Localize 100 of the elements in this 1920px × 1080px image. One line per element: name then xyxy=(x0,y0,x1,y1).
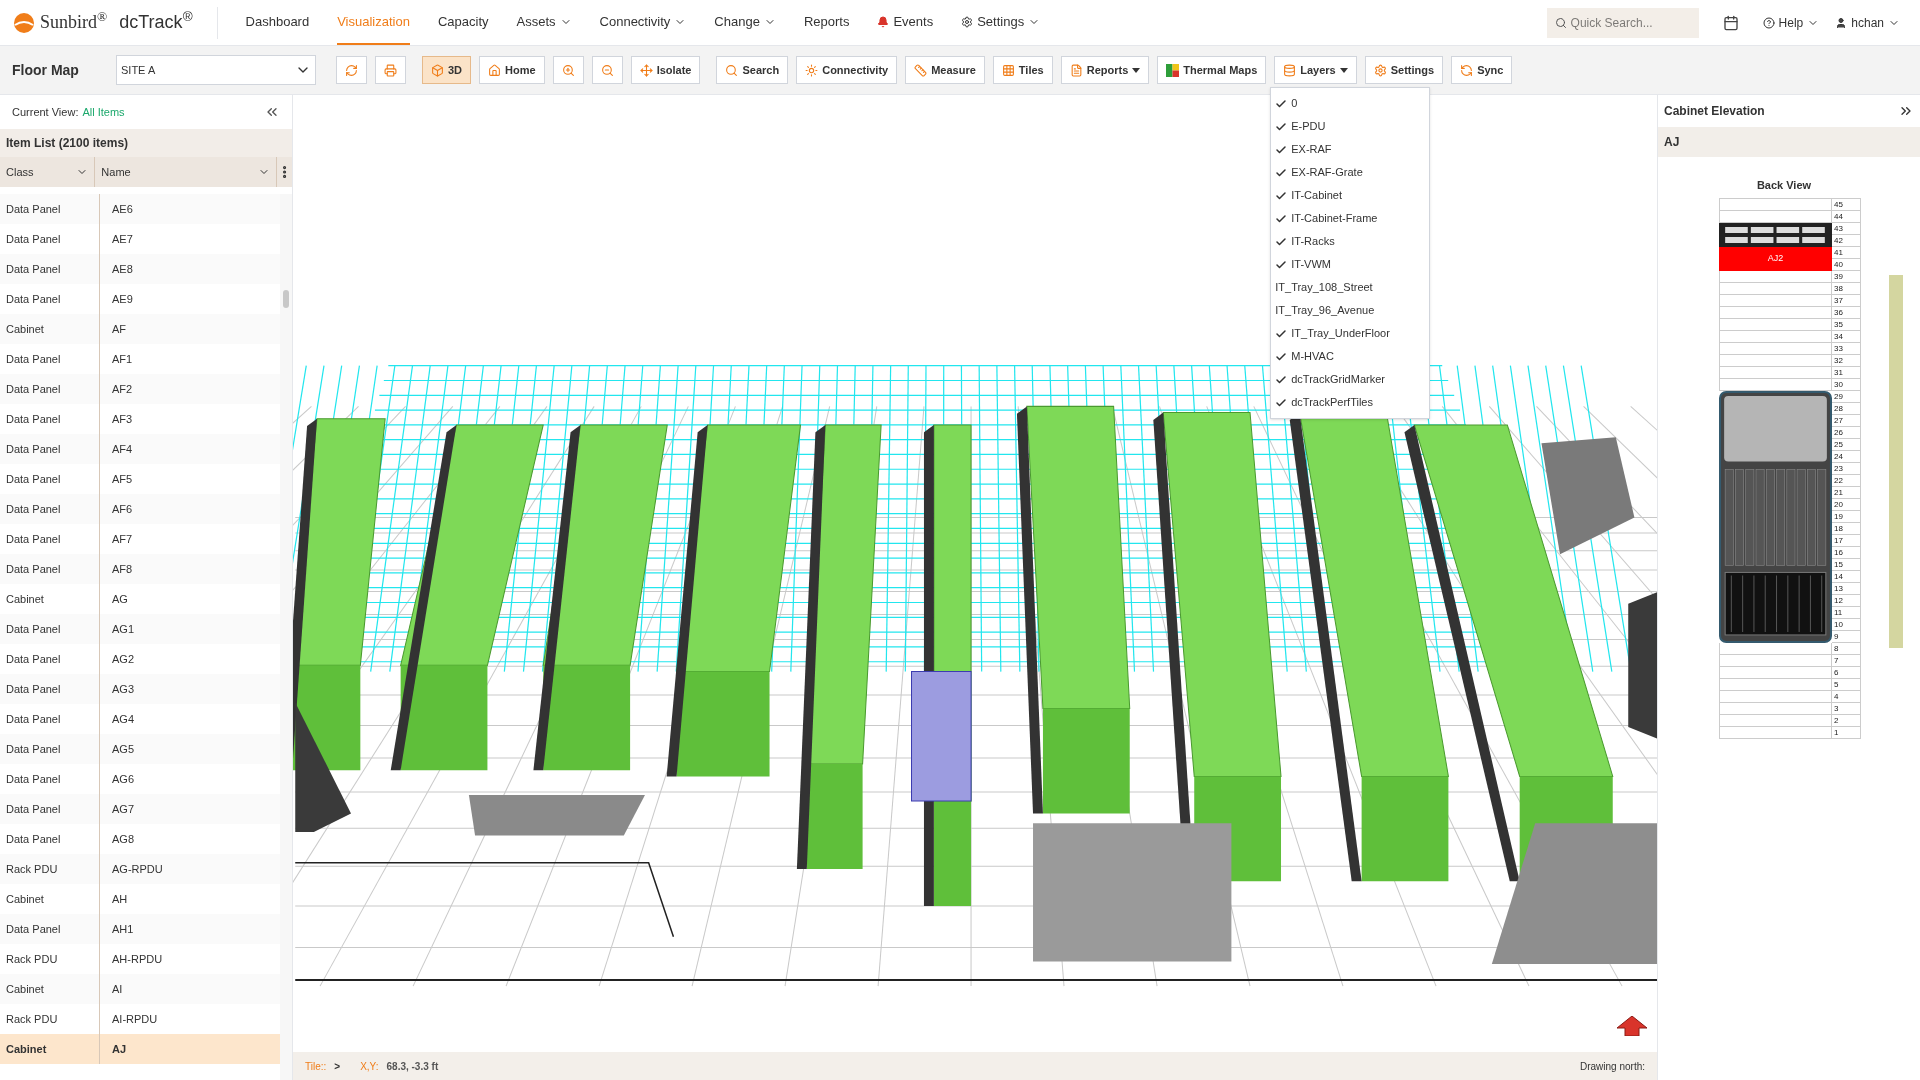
unit-number: 37 xyxy=(1832,294,1861,307)
cabinet-row[interactable] xyxy=(1016,405,1131,814)
site-select[interactable]: SITE A xyxy=(116,55,316,85)
name-cell-text: AE8 xyxy=(111,261,134,277)
cabinet-row[interactable] xyxy=(293,418,386,771)
nav-tab[interactable]: Settings xyxy=(961,0,1041,45)
nav-tab[interactable]: Change xyxy=(714,0,776,45)
item-row[interactable]: Data Panel AG3 xyxy=(0,674,280,704)
item-row[interactable]: Data Panel AF4 xyxy=(0,434,280,464)
chassis-device-drawing[interactable] xyxy=(1719,390,1832,643)
layer-menu-item[interactable]: IT-Cabinet-Frame xyxy=(1271,207,1430,230)
item-row[interactable]: Data Panel AE8 xyxy=(0,254,280,284)
column-header[interactable]: Class xyxy=(0,157,96,187)
help-menu[interactable]: Help xyxy=(1762,13,1820,32)
selected-cabinet[interactable] xyxy=(911,671,972,802)
cabinet-row[interactable] xyxy=(1153,412,1282,882)
cabinet-name: AJ xyxy=(1658,127,1920,157)
item-row[interactable]: Data Panel AG5 xyxy=(0,734,280,764)
scrollbar-thumb[interactable] xyxy=(283,290,289,308)
name-cell-text: AF8 xyxy=(111,561,134,577)
toolbar-button[interactable]: Connectivity xyxy=(796,56,898,84)
unit-number: 17 xyxy=(1832,534,1861,547)
unit-number: 44 xyxy=(1832,210,1861,223)
refresh-button[interactable] xyxy=(336,56,367,84)
toolbar-button[interactable]: Measure xyxy=(905,56,985,84)
equipment-block[interactable] xyxy=(295,702,351,832)
tile-value: > xyxy=(334,1059,341,1074)
column-header[interactable]: Name xyxy=(95,157,277,187)
item-row[interactable]: Data Panel AG7 xyxy=(0,794,280,824)
nav-tab[interactable]: Connectivity xyxy=(599,0,687,45)
toolbar-button[interactable]: Thermal Maps xyxy=(1157,56,1267,84)
toolbar-button[interactable]: Sync xyxy=(1451,56,1513,84)
unit-number: 22 xyxy=(1832,474,1861,487)
item-row[interactable]: Rack PDU AG-RPDU xyxy=(0,854,280,884)
toolbar-button[interactable]: Settings xyxy=(1364,56,1444,84)
layer-menu-item[interactable]: IT_Tray_96_Avenue xyxy=(1271,299,1430,322)
cabinet-row[interactable] xyxy=(796,424,882,869)
nav-tab[interactable]: Events xyxy=(877,0,934,45)
layer-menu-item[interactable]: EX-RAF xyxy=(1271,138,1430,161)
layer-menu-item[interactable]: EX-RAF-Grate xyxy=(1271,161,1430,184)
toolbar-button[interactable]: Isolate xyxy=(630,56,701,84)
unit-number: 4 xyxy=(1832,690,1861,703)
zoom-in-button[interactable] xyxy=(552,56,584,84)
cabinet-row[interactable] xyxy=(1404,424,1614,882)
unit-number: 15 xyxy=(1832,558,1861,571)
layer-menu-item[interactable]: 0 xyxy=(1271,92,1430,115)
name-cell-text: AE6 xyxy=(111,201,134,217)
item-row[interactable]: Data Panel AE6 xyxy=(0,194,280,224)
layer-menu-item[interactable]: IT_Tray_UnderFloor xyxy=(1271,322,1430,345)
item-row[interactable]: Cabinet AI xyxy=(0,974,280,1004)
zoom-out-button[interactable] xyxy=(591,56,623,84)
name-cell-text: AG xyxy=(111,591,129,607)
calendar-icon[interactable] xyxy=(1722,14,1739,31)
home-icon xyxy=(488,63,502,77)
zoom-out-icon xyxy=(600,63,614,77)
name-cell-text: AF2 xyxy=(111,381,134,397)
nav-tab[interactable]: Assets xyxy=(516,0,572,45)
toolbar-button[interactable]: Tiles xyxy=(992,56,1053,84)
item-row[interactable]: Data Panel AF8 xyxy=(0,554,280,584)
cabinet-row[interactable] xyxy=(533,424,668,771)
toolbar-button[interactable]: Search xyxy=(716,56,789,84)
current-view-label: Current View: xyxy=(12,104,79,120)
patch-panel-drawing[interactable] xyxy=(1719,222,1832,247)
layer-menu-item[interactable]: IT-Racks xyxy=(1271,230,1430,253)
item-row[interactable]: Data Panel AH1 xyxy=(0,914,280,944)
nav-tab[interactable]: Dashboard xyxy=(245,0,310,45)
name-cell-text: AG3 xyxy=(111,681,135,697)
item-row[interactable]: Data Panel AF6 xyxy=(0,494,280,524)
unit-number: 5 xyxy=(1832,678,1861,691)
nav-tab[interactable]: Capacity xyxy=(437,0,489,45)
layer-menu-item[interactable]: dcTrackGridMarker xyxy=(1271,368,1430,391)
air-conditioner-unit[interactable] xyxy=(1491,823,1657,964)
zoom-in-icon xyxy=(561,63,575,77)
print-button[interactable] xyxy=(375,56,406,84)
layer-menu-item[interactable]: IT-Cabinet xyxy=(1271,184,1430,207)
layer-menu-item[interactable]: M-HVAC xyxy=(1271,345,1430,368)
unit-number: 3 xyxy=(1832,702,1861,715)
settings-icon xyxy=(1373,63,1387,77)
toolbar-button[interactable]: Layers xyxy=(1274,56,1357,84)
unit-number: 20 xyxy=(1832,498,1861,511)
quick-search-field[interactable]: Quick Search... xyxy=(1546,7,1699,38)
toolbar-button[interactable]: 3D xyxy=(422,56,472,84)
user-menu[interactable]: hchan xyxy=(1835,13,1900,32)
cabinet-row[interactable] xyxy=(666,424,802,777)
server-device[interactable]: AJ2 xyxy=(1719,246,1832,271)
layer-menu-item[interactable]: IT-VWM xyxy=(1271,253,1430,276)
layer-menu-item[interactable]: IT_Tray_108_Street xyxy=(1271,276,1430,299)
layer-menu-item[interactable]: dcTrackPerfTiles xyxy=(1271,391,1430,414)
unit-number: 16 xyxy=(1832,546,1861,559)
layer-menu-item[interactable]: E-PDU xyxy=(1271,115,1430,138)
item-row[interactable]: Data Panel AG1 xyxy=(0,614,280,644)
unit-number: 11 xyxy=(1832,606,1861,619)
toolbar-button[interactable]: Home xyxy=(479,56,545,84)
toolbar-button[interactable]: Reports xyxy=(1060,56,1150,84)
item-row[interactable]: Cabinet AF xyxy=(0,314,280,344)
unit-number: 43 xyxy=(1832,222,1861,235)
cabinet-row[interactable] xyxy=(390,424,544,771)
item-row[interactable]: Cabinet AJ xyxy=(0,1034,280,1064)
nav-tab[interactable]: Reports xyxy=(803,0,850,45)
item-row[interactable]: Data Panel AF2 xyxy=(0,374,280,404)
